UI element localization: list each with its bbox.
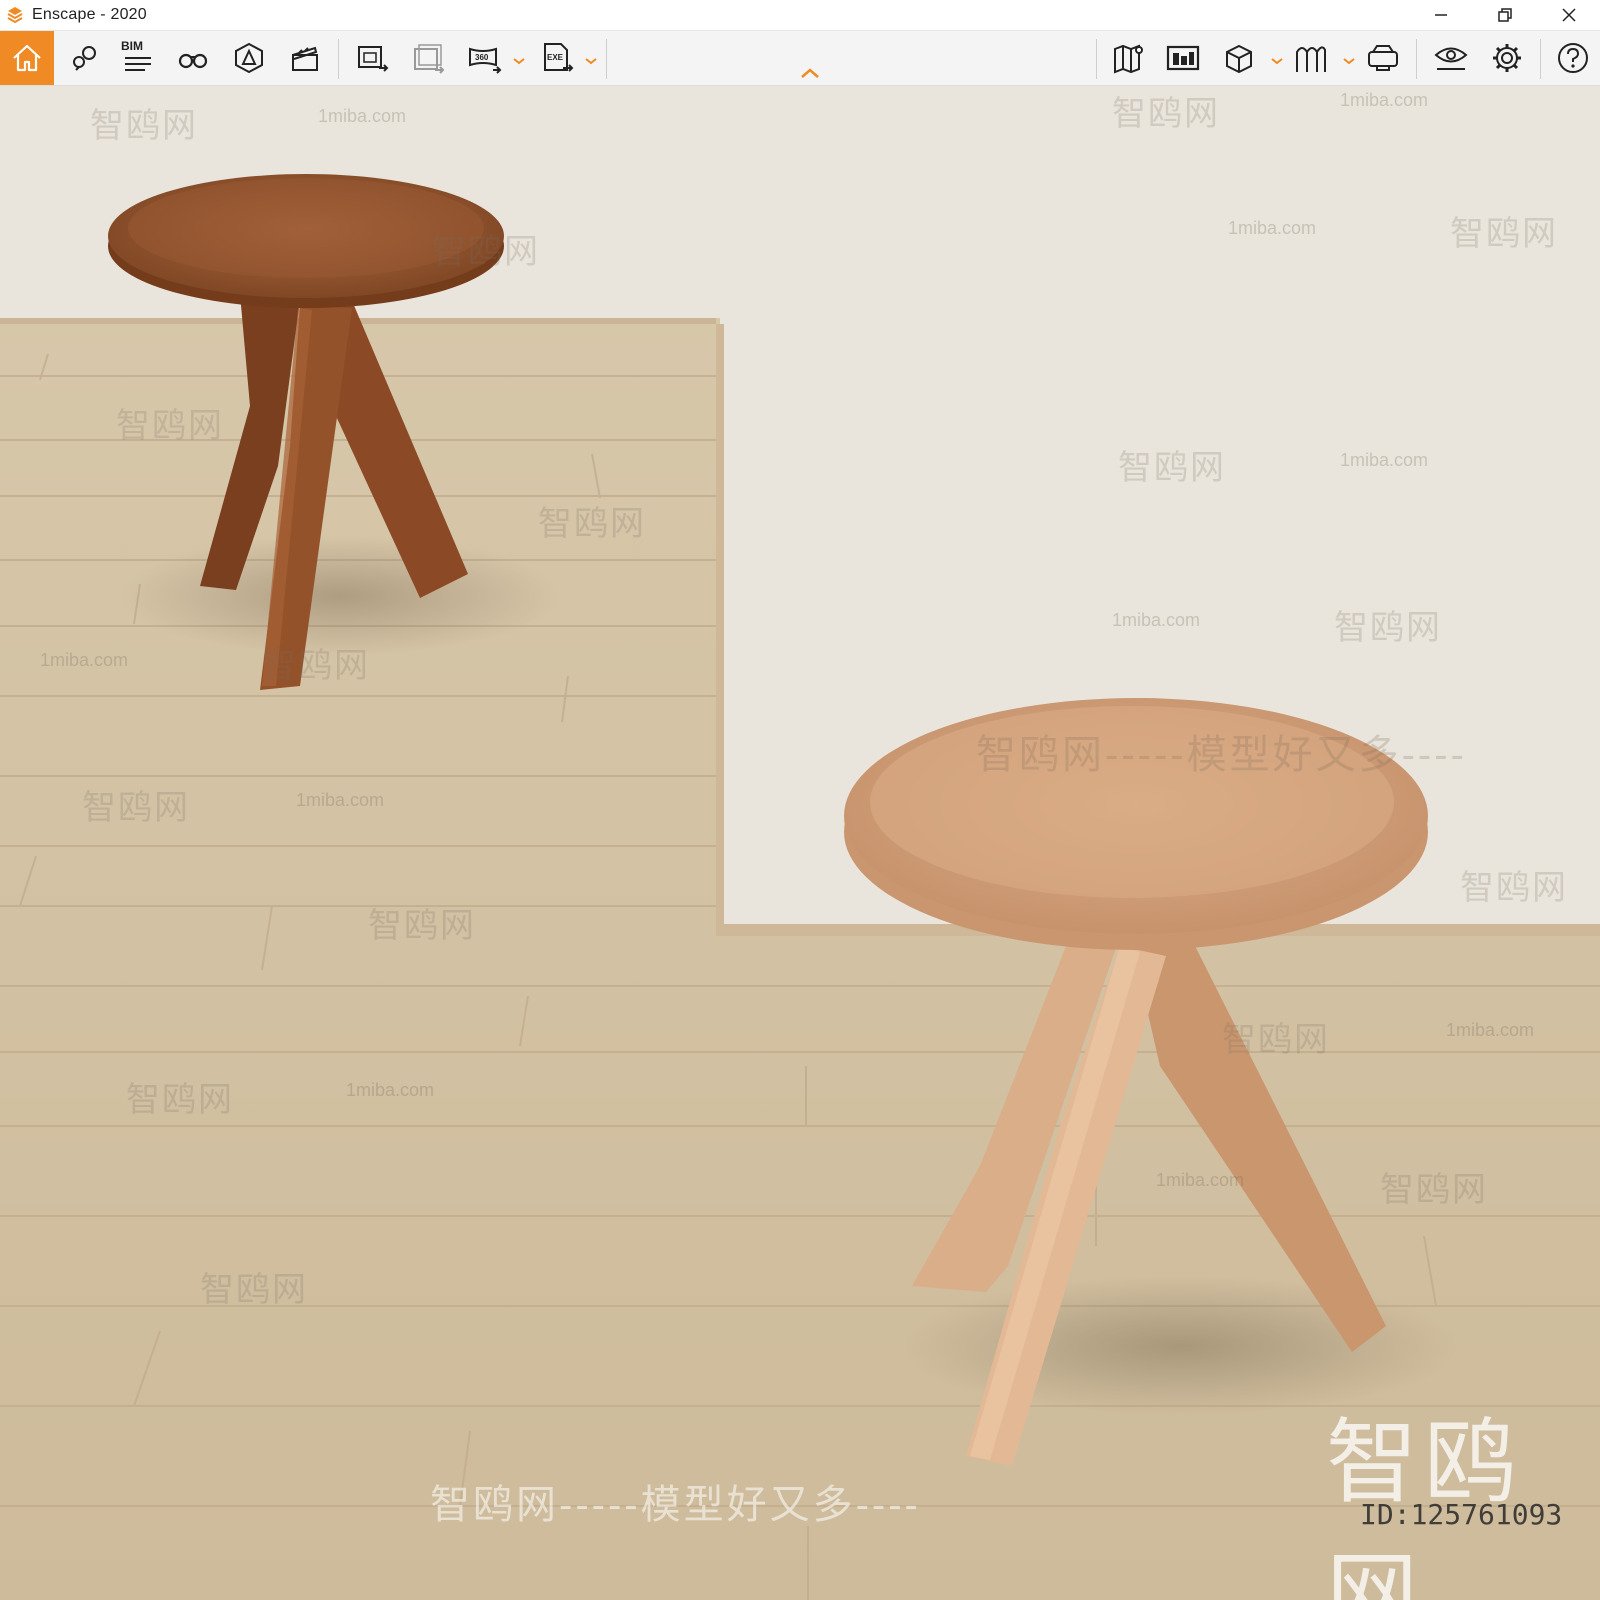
screenshot-button[interactable] — [346, 31, 400, 85]
main-toolbar: BIM 360 EXE — [0, 31, 1600, 86]
view-mode-button[interactable] — [1424, 31, 1478, 85]
bim-label: BIM — [121, 39, 143, 53]
section-dropdown-caret[interactable] — [1342, 53, 1356, 65]
close-button[interactable] — [1546, 0, 1592, 30]
eye-icon — [1434, 47, 1468, 70]
binoculars-button[interactable] — [166, 31, 220, 85]
minimize-button[interactable] — [1418, 0, 1464, 30]
chevron-down-icon — [1343, 58, 1355, 65]
watermark-text: 智鸥网 — [116, 407, 224, 445]
close-icon — [1562, 8, 1576, 22]
toolbar-divider — [1096, 39, 1097, 79]
watermark-text: 智鸥网 — [432, 233, 540, 271]
batch-export-icon — [414, 44, 445, 74]
watermark-text: 智鸥网 — [126, 1081, 234, 1119]
toolbar-divider — [1416, 39, 1417, 79]
watermark-url: 1miba.com — [346, 1080, 435, 1100]
panorama-dropdown-caret[interactable] — [512, 53, 526, 65]
map-button[interactable] — [1102, 31, 1156, 85]
cube-dropdown-caret[interactable] — [1270, 53, 1284, 65]
cube-button[interactable] — [1212, 31, 1266, 85]
watermark-url: 1miba.com — [1112, 610, 1201, 630]
home-button[interactable] — [0, 31, 54, 85]
watermark-text: 智鸥网 — [1222, 1021, 1330, 1059]
batch-render-button[interactable] — [402, 31, 456, 85]
watermark-url: 1miba.com — [1228, 218, 1317, 238]
map-pin-icon — [73, 46, 96, 71]
watermark-slogan: 智鸥网-----模型好又多---- — [430, 1483, 921, 1527]
map-icon — [1114, 44, 1143, 74]
enscape-logo-icon — [7, 7, 23, 24]
gear-icon — [1493, 44, 1521, 72]
watermark-slogan: 智鸥网-----模型好又多---- — [976, 733, 1467, 777]
watermark-text: 智鸥网 — [262, 647, 370, 685]
atmosphere-icon — [235, 42, 263, 74]
watermark-text: 智鸥网 — [82, 789, 190, 827]
watermark-id: ID:125761093 — [1360, 1498, 1563, 1531]
minimize-icon — [1435, 14, 1447, 16]
svg-text:360: 360 — [475, 53, 489, 62]
render-viewport[interactable]: 智鸥网 1miba.com 智鸥网 1miba.com 1miba.com 智鸥… — [0, 86, 1600, 1600]
settings-button[interactable] — [1480, 31, 1534, 85]
window-title: Enscape - 2020 — [32, 6, 147, 23]
chevron-down-icon — [1271, 58, 1283, 65]
scene-render — [0, 86, 1600, 1600]
chevron-down-icon — [513, 58, 525, 65]
watermark-text: 智鸥网 — [1380, 1171, 1488, 1209]
section-button[interactable] — [1284, 31, 1338, 85]
asset-library-button[interactable] — [1156, 31, 1210, 85]
panorama-360-icon: 360 — [469, 47, 502, 74]
vr-headset-icon — [1368, 45, 1398, 71]
collapse-toolbar-button[interactable] — [798, 65, 822, 81]
panorama-button[interactable]: 360 — [458, 31, 512, 85]
vr-button[interactable] — [1356, 31, 1410, 85]
exe-dropdown-caret[interactable] — [584, 53, 598, 65]
watermark-url: 1miba.com — [1156, 1170, 1245, 1190]
restore-button[interactable] — [1482, 0, 1528, 30]
watermark-url: 1miba.com — [1446, 1020, 1535, 1040]
watermark-text: 智鸥网 — [538, 505, 646, 543]
watermark-text: 智鸥网 — [1450, 215, 1558, 253]
title-bar: Enscape - 2020 — [0, 0, 1600, 31]
cube-icon — [1226, 44, 1252, 74]
watermark-url: 1miba.com — [40, 650, 129, 670]
watermark-url: 1miba.com — [1340, 90, 1429, 110]
watermark-text: 智鸥网 — [1118, 449, 1226, 487]
restore-icon — [1498, 8, 1512, 22]
building-icon — [1166, 45, 1200, 71]
watermark-text: 智鸥网 — [1112, 95, 1220, 133]
watermark-url: 1miba.com — [318, 106, 407, 126]
home-icon — [13, 44, 41, 72]
help-icon — [1558, 43, 1588, 73]
watermark-text: 智鸥网 — [368, 907, 476, 945]
toolbar-divider — [606, 39, 607, 79]
watermark-text: 智鸥网 — [90, 107, 198, 145]
views-button[interactable] — [56, 31, 110, 85]
chevron-down-icon — [585, 58, 597, 65]
toolbar-divider — [1540, 39, 1541, 79]
watermark-url: 1miba.com — [296, 790, 385, 810]
watermark-text: 智鸥网 — [1334, 609, 1442, 647]
watermark-text: 智鸥网 — [200, 1271, 308, 1309]
atmosphere-button[interactable] — [222, 31, 276, 85]
binoculars-icon — [178, 53, 208, 69]
chevron-up-icon — [801, 68, 819, 78]
watermark-url: 1miba.com — [1340, 450, 1429, 470]
clapperboard-icon — [292, 46, 318, 71]
watermark-logo-text: 智鸥网 — [1326, 1409, 1523, 1600]
exe-export-button[interactable]: EXE — [530, 31, 584, 85]
svg-text:EXE: EXE — [547, 53, 564, 62]
watermark-text: 智鸥网 — [1460, 869, 1568, 907]
image-export-icon — [358, 46, 389, 72]
arches-icon — [1296, 46, 1326, 72]
video-editor-button[interactable] — [278, 31, 332, 85]
help-button[interactable] — [1546, 31, 1600, 85]
exe-export-icon: EXE — [544, 43, 574, 72]
toolbar-divider — [338, 39, 339, 79]
